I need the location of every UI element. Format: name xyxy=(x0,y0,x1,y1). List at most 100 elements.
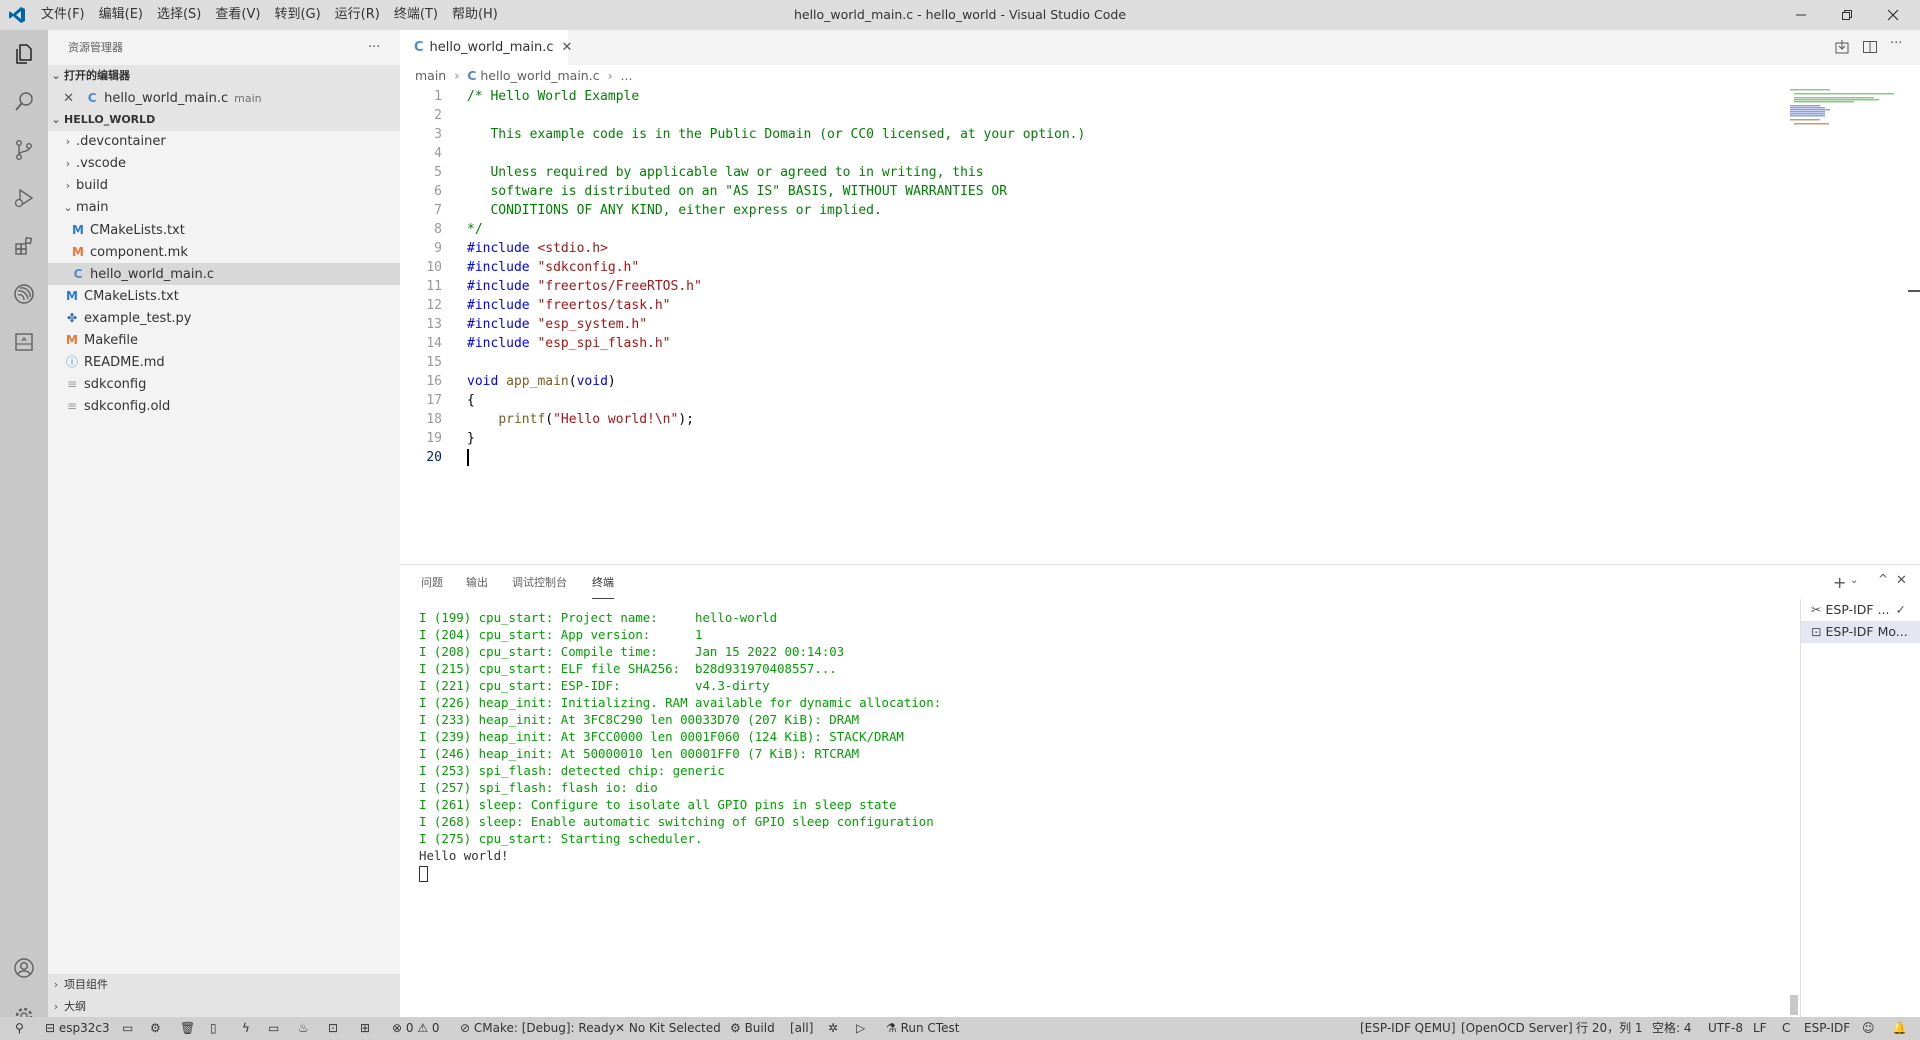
source-control-icon[interactable] xyxy=(0,126,48,174)
run-debug-icon[interactable] xyxy=(0,174,48,222)
terminal-output[interactable]: I (199) cpu_start: Project name: hello-w… xyxy=(419,609,941,882)
menu-go[interactable]: 转到(G) xyxy=(267,0,327,30)
close-window-button[interactable] xyxy=(1870,0,1916,30)
sdk-icon[interactable]: ⊞ xyxy=(360,1017,370,1040)
code-text: void app_main(void) xyxy=(467,374,616,389)
language-mode[interactable]: C xyxy=(1782,1017,1790,1040)
esp-idf-qemu[interactable]: [ESP-IDF QEMU] xyxy=(1360,1017,1456,1040)
tree-item-build[interactable]: › build xyxy=(48,175,400,197)
close-panel-icon[interactable]: ✕ xyxy=(1896,573,1907,588)
open-editor-item[interactable]: ✕ Chello_world_main.c main xyxy=(48,87,400,109)
build-button[interactable]: ⚙ Build xyxy=(730,1017,775,1040)
chevron-down-icon[interactable]: ⌄ xyxy=(1850,575,1858,586)
minimap[interactable] xyxy=(1790,87,1910,137)
flash-icon[interactable]: ϟ xyxy=(242,1017,250,1040)
run-icon[interactable]: ▷ xyxy=(856,1017,865,1040)
breadcrumb-folder[interactable]: main xyxy=(415,68,446,83)
activity-bar xyxy=(0,30,48,1025)
menu-edit[interactable]: 编辑(E) xyxy=(92,0,150,30)
editor-more-icon[interactable]: ··· xyxy=(1890,36,1902,51)
espressif-icon[interactable] xyxy=(0,270,48,318)
code-text: Unless required by applicable law or agr… xyxy=(467,165,984,180)
tree-item-readme[interactable]: ⓘ README.md xyxy=(48,351,400,373)
tree-item-example-test[interactable]: ✤ example_test.py xyxy=(48,307,400,329)
restore-button[interactable] xyxy=(1824,0,1870,30)
encoding[interactable]: UTF-8 xyxy=(1708,1017,1743,1040)
maximize-panel-icon[interactable]: ^ xyxy=(1878,572,1888,586)
build-flash-monitor-icon[interactable]: ⊡ xyxy=(328,1017,338,1040)
cmake-status[interactable]: ⊘ CMake: [Debug]: Ready xyxy=(460,1017,616,1040)
terminal-scrollbar[interactable] xyxy=(1790,995,1798,1015)
kit-selector[interactable]: ✕ No Kit Selected xyxy=(615,1017,721,1040)
search-icon[interactable] xyxy=(0,78,48,126)
close-icon[interactable]: ✕ xyxy=(48,88,74,110)
menu-file[interactable]: 文件(F) xyxy=(34,0,92,30)
terminal-list-item[interactable]: ✂ ESP-IDF ... ✓ xyxy=(1801,599,1920,621)
chevron-right-icon: › xyxy=(65,157,71,170)
tab-output[interactable]: 输出 xyxy=(466,565,488,600)
breadcrumb-more[interactable]: ... xyxy=(621,68,633,83)
settings-gear-icon[interactable]: ⚙ xyxy=(150,1017,161,1040)
line-number: 18 xyxy=(426,412,442,427)
errors-count: 0 xyxy=(405,1021,414,1035)
indentation[interactable]: 空格: 4 xyxy=(1652,1017,1692,1040)
build-target[interactable]: [all] xyxy=(790,1017,813,1040)
menu-selection[interactable]: 选择(S) xyxy=(150,0,208,30)
new-terminal-icon[interactable]: + xyxy=(1833,573,1846,592)
tree-item-sdkconfig[interactable]: ≡ sdkconfig xyxy=(48,373,400,395)
trash-icon[interactable]: 🗑 xyxy=(180,1017,195,1040)
monitor-icon[interactable]: ▭ xyxy=(268,1017,279,1040)
tree-item-main[interactable]: ⌄ main xyxy=(48,197,400,219)
tree-item-devcontainer[interactable]: › .devcontainer xyxy=(48,131,400,153)
close-tab-icon[interactable]: ✕ xyxy=(562,40,573,55)
split-editor-icon[interactable] xyxy=(1862,39,1878,55)
target-chip[interactable]: ⊟ esp32c3 xyxy=(45,1017,110,1040)
debug-icon[interactable]: ✲ xyxy=(828,1017,838,1040)
tree-item-sdkconfig-old[interactable]: ≡ sdkconfig.old xyxy=(48,395,400,417)
tree-item-main-cmakelists[interactable]: M CMakeLists.txt xyxy=(48,219,400,241)
esp-idf-status[interactable]: ESP-IDF xyxy=(1804,1017,1850,1040)
cmake-label: CMake: [Debug]: Ready xyxy=(473,1021,616,1035)
folder-icon[interactable]: ▭ xyxy=(122,1017,133,1040)
flame-icon[interactable]: ♨ xyxy=(298,1017,309,1040)
terminal-line: I (239) heap_init: At 3FCC0000 len 0001F… xyxy=(419,729,904,744)
menu-run[interactable]: 运行(R) xyxy=(328,0,387,30)
tree-item-label: CMakeLists.txt xyxy=(90,223,185,238)
problems-indicator[interactable]: ⊗ 0 ⚠ 0 xyxy=(392,1017,440,1040)
terminal-line: I (221) cpu_start: ESP-IDF: v4.3-dirty xyxy=(419,678,770,693)
project-header[interactable]: ⌄ HELLO_WORLD xyxy=(48,109,400,131)
remote-icon[interactable]: ⚲ xyxy=(15,1017,24,1040)
clean-icon[interactable]: ▯ xyxy=(210,1017,217,1040)
feedback-icon[interactable]: ☺ xyxy=(1862,1017,1875,1040)
minimize-button[interactable] xyxy=(1778,0,1824,30)
cursor-position[interactable]: 行 20，列 1 xyxy=(1576,1017,1643,1040)
menu-terminal[interactable]: 终端(T) xyxy=(387,0,445,30)
openocd-server[interactable]: [OpenOCD Server] xyxy=(1461,1017,1573,1040)
terminal-list-item[interactable]: ⊡ ESP-IDF Mo... xyxy=(1801,621,1920,643)
menu-help[interactable]: 帮助(H) xyxy=(445,0,505,30)
tree-item-vscode[interactable]: › .vscode xyxy=(48,153,400,175)
tab-terminal[interactable]: 终端 xyxy=(592,565,614,599)
menu-view[interactable]: 查看(V) xyxy=(208,0,267,30)
breadcrumb-file[interactable]: hello_world_main.c xyxy=(480,68,599,83)
end-of-line[interactable]: LF xyxy=(1753,1017,1767,1040)
tab-problems[interactable]: 问题 xyxy=(421,565,443,600)
tree-item-makefile[interactable]: M Makefile xyxy=(48,329,400,351)
tree-item-component-mk[interactable]: Mcomponent.mk xyxy=(48,241,400,263)
notifications-icon[interactable]: 🔔 xyxy=(1892,1017,1907,1040)
accounts-icon[interactable] xyxy=(0,944,48,992)
open-editors-header[interactable]: ⌄ 打开的编辑器 xyxy=(48,65,400,87)
tab-debug-console[interactable]: 调试控制台 xyxy=(512,565,567,600)
project-components-header[interactable]: › 项目组件 xyxy=(48,974,400,996)
run-ctest[interactable]: ⚗ Run CTest xyxy=(886,1017,959,1040)
tree-item-hello-world-main[interactable]: Chello_world_main.c xyxy=(48,263,400,285)
tab-hello-world-main[interactable]: C hello_world_main.c ✕ xyxy=(400,30,572,65)
tree-item-cmakelists[interactable]: M CMakeLists.txt xyxy=(48,285,400,307)
open-changes-icon[interactable] xyxy=(1834,39,1850,55)
extensions-icon[interactable] xyxy=(0,222,48,270)
more-actions-icon[interactable]: ··· xyxy=(368,30,380,65)
explorer-icon[interactable] xyxy=(0,30,48,78)
outline-header[interactable]: › 大纲 xyxy=(48,996,400,1018)
remote-explorer-icon[interactable] xyxy=(0,318,48,366)
code-editor[interactable]: 1 /* Hello World Example 2 3 This example c… xyxy=(400,87,1780,557)
